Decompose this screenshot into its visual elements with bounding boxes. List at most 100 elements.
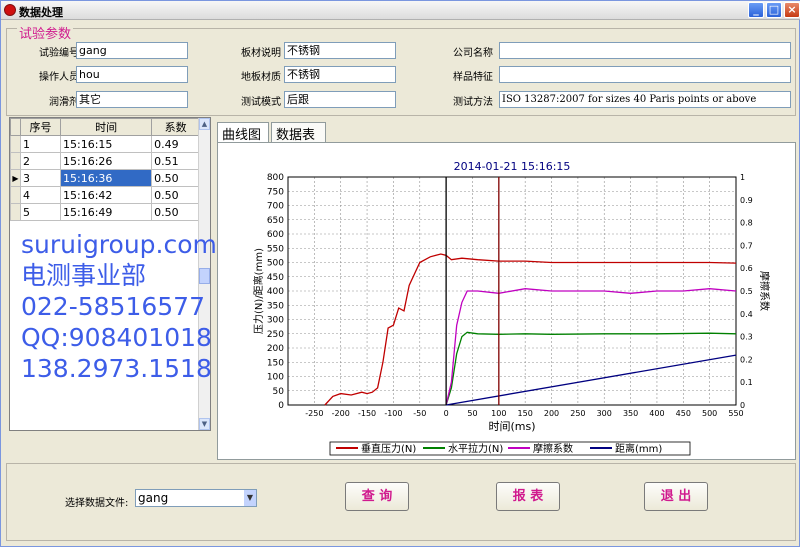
- y-left-tick-label: 350: [267, 301, 284, 311]
- board-desc-label: 板材说明: [241, 48, 281, 59]
- legend-entry: 摩擦系数: [533, 442, 573, 455]
- cell-num[interactable]: 3: [20, 169, 61, 187]
- operator-label: 操作人员: [39, 72, 79, 83]
- test-mode-label: 测试模式: [241, 97, 281, 108]
- maximize-button[interactable]: □: [766, 2, 782, 18]
- company-field[interactable]: [499, 42, 791, 59]
- cell-num[interactable]: 4: [20, 186, 61, 204]
- y-right-axis-label: 摩擦系数: [758, 271, 771, 311]
- cell-time[interactable]: 15:16:26: [59, 152, 153, 170]
- y-left-tick-label: 800: [267, 173, 284, 183]
- y-left-tick-label: 750: [267, 187, 284, 197]
- y-right-tick-label: 0.8: [740, 219, 753, 228]
- x-tick-label: 500: [702, 409, 717, 418]
- y-left-tick-label: 550: [267, 244, 284, 254]
- report-button[interactable]: 报 表: [496, 482, 560, 511]
- cell-time[interactable]: 15:16:36: [59, 169, 153, 187]
- table-row[interactable]: 2 15:16:26 0.51: [10, 152, 200, 170]
- table-row[interactable]: 5 15:16:49 0.50: [10, 203, 200, 221]
- y-left-tick-label: 400: [267, 287, 284, 297]
- y-right-tick-label: 0.1: [740, 378, 753, 387]
- cell-coef[interactable]: 0.49: [151, 135, 200, 153]
- test-method-field[interactable]: ISO 13287:2007 for sizes 40 Paris points…: [499, 91, 791, 108]
- y-left-axis-label: 压力(N)/距离(mm): [252, 248, 265, 334]
- test-params-group: 试验参数 试验编号 gang 操作人员 hou 润滑剂 其它 板材说明 不锈钢 …: [6, 23, 796, 116]
- legend-entry: 水平拉力(N): [448, 442, 503, 455]
- watermark-text: suruigroup.com 电测事业部 022-58516577 QQ:908…: [21, 229, 217, 384]
- x-tick-label: 0: [444, 409, 449, 418]
- window-title: 数据处理: [19, 6, 63, 19]
- chart-svg: 2014-01-21 15:16:15-250 -200 -150 -100 -50 0 5…: [252, 160, 771, 456]
- query-button[interactable]: 查 询: [345, 482, 409, 511]
- y-left-tick-label: 600: [267, 230, 284, 240]
- watermark-line: 138.2973.1518: [21, 354, 212, 383]
- cell-time[interactable]: 15:16:42: [59, 186, 153, 204]
- y-left-tick-label: 50: [273, 387, 285, 397]
- y-right-tick-label: 0.2: [740, 355, 753, 364]
- x-tick-label: -150: [358, 409, 376, 418]
- test-id-label: 试验编号: [39, 48, 79, 59]
- cell-num[interactable]: 2: [20, 152, 61, 170]
- tab-data-table[interactable]: 数据表: [271, 122, 326, 143]
- x-tick-label: 550: [728, 409, 743, 418]
- grid-header-num[interactable]: 序号: [20, 118, 61, 136]
- y-left-tick-label: 0: [278, 401, 284, 411]
- table-row[interactable]: 4 15:16:42 0.50: [10, 186, 200, 204]
- x-tick-label: 250: [570, 409, 585, 418]
- table-row[interactable]: 1 15:16:15 0.49: [10, 135, 200, 153]
- table-row-selected[interactable]: ▶ 3 15:16:36 0.50: [10, 169, 200, 187]
- grid-header-coef[interactable]: 系数: [151, 118, 200, 136]
- x-tick-label: -200: [332, 409, 350, 418]
- scroll-down-icon[interactable]: ▼: [199, 418, 210, 430]
- cell-coef[interactable]: 0.50: [151, 186, 200, 204]
- cell-num[interactable]: 1: [20, 135, 61, 153]
- series-line-2: [445, 288, 737, 406]
- row-indicator: [10, 203, 21, 221]
- grid-header-time[interactable]: 时间: [59, 118, 153, 136]
- series-line-3: [445, 354, 737, 406]
- cell-time[interactable]: 15:16:15: [59, 135, 153, 153]
- watermark-line: 022-58516577: [21, 292, 205, 321]
- exit-button[interactable]: 退 出: [644, 482, 708, 511]
- operator-field[interactable]: hou: [76, 66, 188, 83]
- chevron-down-icon[interactable]: ▼: [244, 490, 256, 506]
- x-tick-label: 350: [623, 409, 638, 418]
- chart-title: 2014-01-21 15:16:15: [454, 160, 571, 173]
- x-tick-label: 400: [649, 409, 664, 418]
- row-indicator: [10, 186, 21, 204]
- file-select-label: 选择数据文件:: [65, 498, 129, 509]
- x-tick-label: 300: [597, 409, 612, 418]
- test-id-field[interactable]: gang: [76, 42, 188, 59]
- x-tick-label: -250: [305, 409, 323, 418]
- file-select-dropdown[interactable]: gang ▼: [135, 489, 257, 507]
- minimize-button[interactable]: _: [748, 2, 764, 18]
- y-left-tick-label: 300: [267, 316, 284, 326]
- lubricant-label: 润滑剂: [49, 97, 79, 108]
- floor-material-field[interactable]: 不锈钢: [284, 66, 396, 83]
- y-left-tick-label: 650: [267, 216, 284, 226]
- legend-entry: 垂直压力(N): [361, 442, 416, 455]
- cell-num[interactable]: 5: [20, 203, 61, 221]
- y-right-tick-label: 0.6: [740, 264, 753, 273]
- scroll-up-icon[interactable]: ▲: [199, 118, 210, 130]
- lubricant-field[interactable]: 其它: [76, 91, 188, 108]
- cell-coef[interactable]: 0.50: [151, 203, 200, 221]
- y-left-tick-label: 700: [267, 202, 284, 212]
- title-bar[interactable]: 数据处理 _ □ ×: [1, 1, 800, 20]
- x-tick-label: 150: [518, 409, 533, 418]
- x-axis-label: 时间(ms): [488, 420, 535, 433]
- company-label: 公司名称: [453, 48, 493, 59]
- sample-feature-field[interactable]: [499, 66, 791, 83]
- test-mode-field[interactable]: 后跟: [284, 91, 396, 108]
- cell-coef[interactable]: 0.50: [151, 169, 200, 187]
- cell-time[interactable]: 15:16:49: [59, 203, 153, 221]
- tab-curve[interactable]: 曲线图: [217, 122, 269, 143]
- watermark-line: 电测事业部: [21, 261, 147, 290]
- close-button[interactable]: ×: [784, 2, 800, 18]
- board-desc-field[interactable]: 不锈钢: [284, 42, 396, 59]
- x-tick-label: 200: [544, 409, 559, 418]
- cell-coef[interactable]: 0.51: [151, 152, 200, 170]
- x-tick-label: 100: [491, 409, 506, 418]
- y-right-tick-label: 0.7: [740, 241, 753, 250]
- y-left-tick-label: 150: [267, 358, 284, 368]
